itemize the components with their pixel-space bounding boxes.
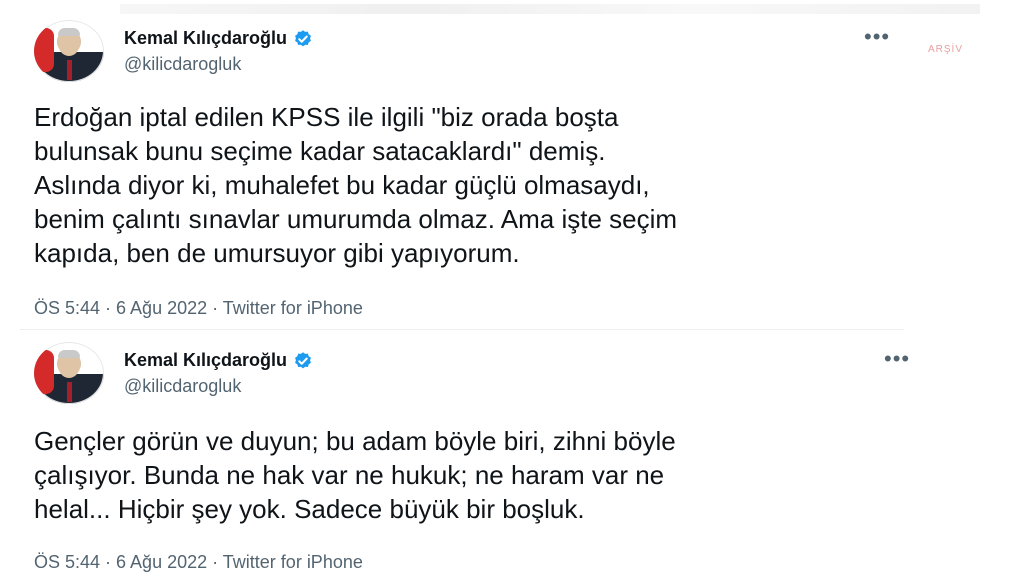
hair-shape <box>58 28 80 36</box>
tweet-text: Erdoğan iptal edilen KPSS ile ilgili "bi… <box>34 102 678 268</box>
author-name-row[interactable]: Kemal Kılıçdaroğlu <box>124 350 313 371</box>
author-avatar[interactable] <box>34 20 104 82</box>
flag-shape <box>34 28 54 72</box>
watermark-text: ARŞİV <box>928 44 964 55</box>
tweet-card-2[interactable]: Kemal Kılıçdaroğlu @kilicdarogluk ••• Ge… <box>0 330 1024 576</box>
tweet-meta[interactable]: ÖS 5:44 · 6 Ağu 2022 · Twitter for iPhon… <box>34 298 363 319</box>
more-options-icon[interactable]: ••• <box>884 348 910 370</box>
author-handle[interactable]: @kilicdarogluk <box>124 376 241 397</box>
author-handle[interactable]: @kilicdarogluk <box>124 54 241 75</box>
tie-shape <box>67 382 72 402</box>
author-name[interactable]: Kemal Kılıçdaroğlu <box>124 28 287 49</box>
tweet-card-1[interactable]: Kemal Kılıçdaroğlu @kilicdarogluk ••• Er… <box>0 0 1024 330</box>
author-avatar[interactable] <box>34 342 104 404</box>
author-name-row[interactable]: Kemal Kılıçdaroğlu <box>124 28 313 49</box>
hair-shape <box>58 350 80 358</box>
more-options-icon[interactable]: ••• <box>864 26 890 48</box>
tweet-text: Gençler görün ve duyun; bu adam böyle bi… <box>34 426 676 524</box>
author-name[interactable]: Kemal Kılıçdaroğlu <box>124 350 287 371</box>
tie-shape <box>67 60 72 80</box>
flag-shape <box>34 350 54 394</box>
verified-badge-icon <box>295 29 311 46</box>
tweet-meta[interactable]: ÖS 5:44 · 6 Ağu 2022 · Twitter for iPhon… <box>34 552 363 573</box>
verified-badge-icon <box>295 351 311 368</box>
